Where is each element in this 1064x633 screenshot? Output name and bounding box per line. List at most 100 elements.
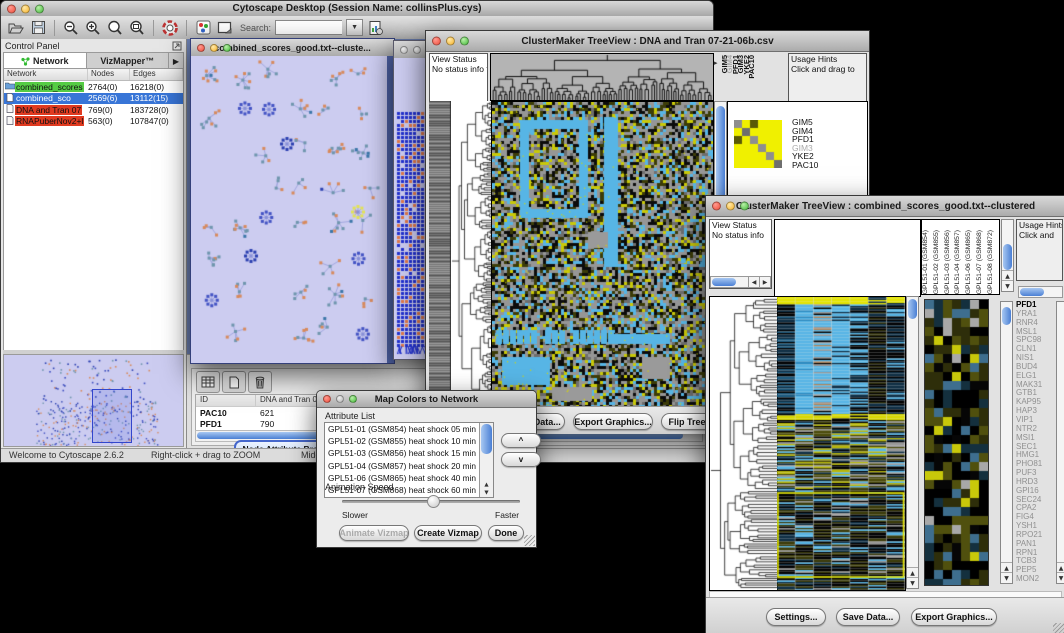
heatmap-global[interactable] (491, 101, 714, 408)
minimize-button[interactable] (413, 46, 421, 54)
animation-speed-slider[interactable] (342, 494, 520, 508)
col-nodes[interactable]: Nodes (88, 69, 130, 80)
scroll-up-arrow[interactable]: ▲ (480, 481, 493, 489)
animate-vizmap-button[interactable]: Animate Vizmap (339, 525, 409, 541)
attribute-item[interactable]: GPL51-03 (GSM856) heat shock 15 min (325, 447, 480, 459)
search-dropdown-button[interactable]: ▼ (346, 19, 363, 36)
row-dendrogram[interactable] (709, 296, 778, 591)
scroll-thumb[interactable] (481, 424, 492, 454)
close-button[interactable] (400, 46, 408, 54)
new-attribute-button[interactable] (222, 371, 246, 393)
save-icon[interactable] (29, 19, 47, 37)
labels-vscrollbar[interactable]: ▲ ▼ (1001, 219, 1014, 292)
treeview1-titlebar[interactable]: ClusterMaker TreeView : DNA and Tran 07-… (426, 31, 869, 52)
zoom-out-icon[interactable] (62, 19, 80, 37)
scroll-down-arrow[interactable]: ▼ (1001, 572, 1012, 583)
scroll-left-arrow[interactable]: ◀ (748, 277, 759, 287)
global-vscrollbar[interactable]: ▲ ▼ (906, 296, 919, 589)
attribute-item[interactable]: GPL51-04 (GSM857) heat shock 20 min (325, 460, 480, 472)
network-graph-canvas[interactable] (191, 56, 392, 362)
select-attributes-button[interactable] (196, 371, 220, 393)
network-row[interactable]: DNA and Tran 07769(0)183728(0) (4, 104, 183, 116)
network-row[interactable]: combined_scores2764(0)16218(0) (4, 81, 183, 93)
zoom-vscrollbar[interactable]: ▲ ▼ (1000, 301, 1013, 584)
tab-vizmapper[interactable]: VizMapper™ (87, 53, 169, 69)
column-dendrogram-area[interactable] (774, 219, 921, 297)
close-button[interactable] (197, 44, 205, 52)
settings-button[interactable]: Settings... (766, 608, 826, 626)
col-network[interactable]: Network (4, 69, 88, 80)
create-vizmap-button[interactable]: Create Vizmap (414, 525, 482, 541)
scroll-down-arrow[interactable]: ▼ (907, 577, 918, 588)
scroll-thumb[interactable] (1002, 307, 1011, 325)
vizmapper-node-icon[interactable] (194, 19, 212, 37)
move-up-button[interactable]: ^ (501, 433, 541, 448)
slider-knob[interactable] (427, 495, 440, 508)
close-button[interactable] (7, 4, 16, 13)
close-button[interactable] (712, 202, 721, 211)
zoom-button[interactable] (740, 202, 749, 211)
treeview2-titlebar[interactable]: ClusterMaker TreeView : combined_scores_… (706, 196, 1064, 217)
birdseye-viewport-rect[interactable] (92, 389, 132, 443)
zoom-in-icon[interactable] (84, 19, 102, 37)
network-window-titlebar[interactable]: combined_scores_good.txt--cluste... (191, 39, 394, 57)
attribute-item[interactable]: GPL51-02 (GSM855) heat shock 10 min (325, 435, 480, 447)
close-button[interactable] (323, 395, 331, 403)
zoom-button[interactable] (35, 4, 44, 13)
close-button[interactable] (432, 37, 441, 46)
minimize-button[interactable] (726, 202, 735, 211)
gene-list-vscrollbar[interactable]: ▲ ▼ (1056, 301, 1064, 584)
zoom-fit-icon[interactable] (128, 19, 146, 37)
correlation-matrix[interactable] (734, 120, 782, 168)
move-down-button[interactable]: v (501, 452, 541, 467)
delete-attribute-button[interactable] (248, 371, 272, 393)
resize-grip[interactable] (524, 535, 535, 546)
zoom-button[interactable] (460, 37, 469, 46)
dialog-titlebar[interactable]: Map Colors to Network (317, 391, 536, 408)
network-row[interactable]: RNAPuberNov2+l563(0)107847(0) (4, 116, 183, 128)
heatmap-zoom[interactable] (924, 299, 989, 586)
attribute-list-vscrollbar[interactable]: ▲ ▼ (479, 423, 493, 497)
scroll-thumb[interactable] (1020, 288, 1044, 296)
scroll-right-arrow[interactable]: ▶ (759, 277, 770, 287)
row-dendrogram[interactable] (451, 101, 491, 406)
tab-overflow-arrow[interactable]: ▶ (168, 53, 183, 69)
view-status-hscrollbar[interactable]: ◀▶ (710, 276, 771, 288)
col-edges[interactable]: Edges (130, 69, 183, 80)
network-row[interactable]: combined_sco2569(6)13112(15) (4, 93, 183, 105)
export-graphics-button[interactable]: Export Graphics... (911, 608, 997, 626)
network-canvas-area[interactable] (191, 56, 394, 363)
column-dendrogram[interactable] (490, 53, 714, 101)
attribute-doc-icon[interactable] (367, 19, 385, 37)
zoom-selected-icon[interactable] (106, 19, 124, 37)
minimize-button[interactable] (446, 37, 455, 46)
export-graphics-button[interactable]: Export Graphics... (573, 413, 653, 430)
row-dendrogram-strip[interactable] (429, 101, 451, 406)
network-list-header[interactable]: Network Nodes Edges (4, 69, 183, 81)
scroll-thumb[interactable] (712, 278, 736, 286)
scroll-down-arrow[interactable]: ▼ (1002, 280, 1013, 291)
open-folder-icon[interactable] (7, 19, 25, 37)
save-data-button[interactable]: Save Data... (836, 608, 900, 626)
usage-hints-hscrollbar[interactable] (1018, 286, 1063, 298)
float-panel-icon[interactable] (172, 41, 182, 51)
scroll-thumb[interactable] (1003, 244, 1012, 270)
minimize-button[interactable] (336, 395, 344, 403)
resize-grip[interactable] (1053, 623, 1064, 633)
scroll-down-arrow[interactable]: ▼ (1057, 572, 1064, 583)
birdseye-view[interactable] (3, 354, 184, 447)
zoom-button[interactable] (349, 395, 357, 403)
main-titlebar[interactable]: Cytoscape Desktop (Session Name: collins… (1, 1, 713, 17)
help-ring-icon[interactable] (161, 19, 179, 37)
minimize-button[interactable] (210, 44, 218, 52)
annotation-icon[interactable] (216, 19, 234, 37)
search-input[interactable] (275, 20, 342, 35)
minimize-button[interactable] (21, 4, 30, 13)
attribute-item[interactable]: GPL51-01 (GSM854) heat shock 05 min (325, 423, 480, 435)
heatmap-global[interactable] (777, 296, 906, 591)
zoom-button[interactable] (223, 44, 231, 52)
tab-network[interactable]: Network (4, 53, 87, 69)
scroll-thumb[interactable] (908, 299, 917, 319)
done-button[interactable]: Done (488, 525, 524, 541)
col-id[interactable]: ID (196, 395, 256, 406)
